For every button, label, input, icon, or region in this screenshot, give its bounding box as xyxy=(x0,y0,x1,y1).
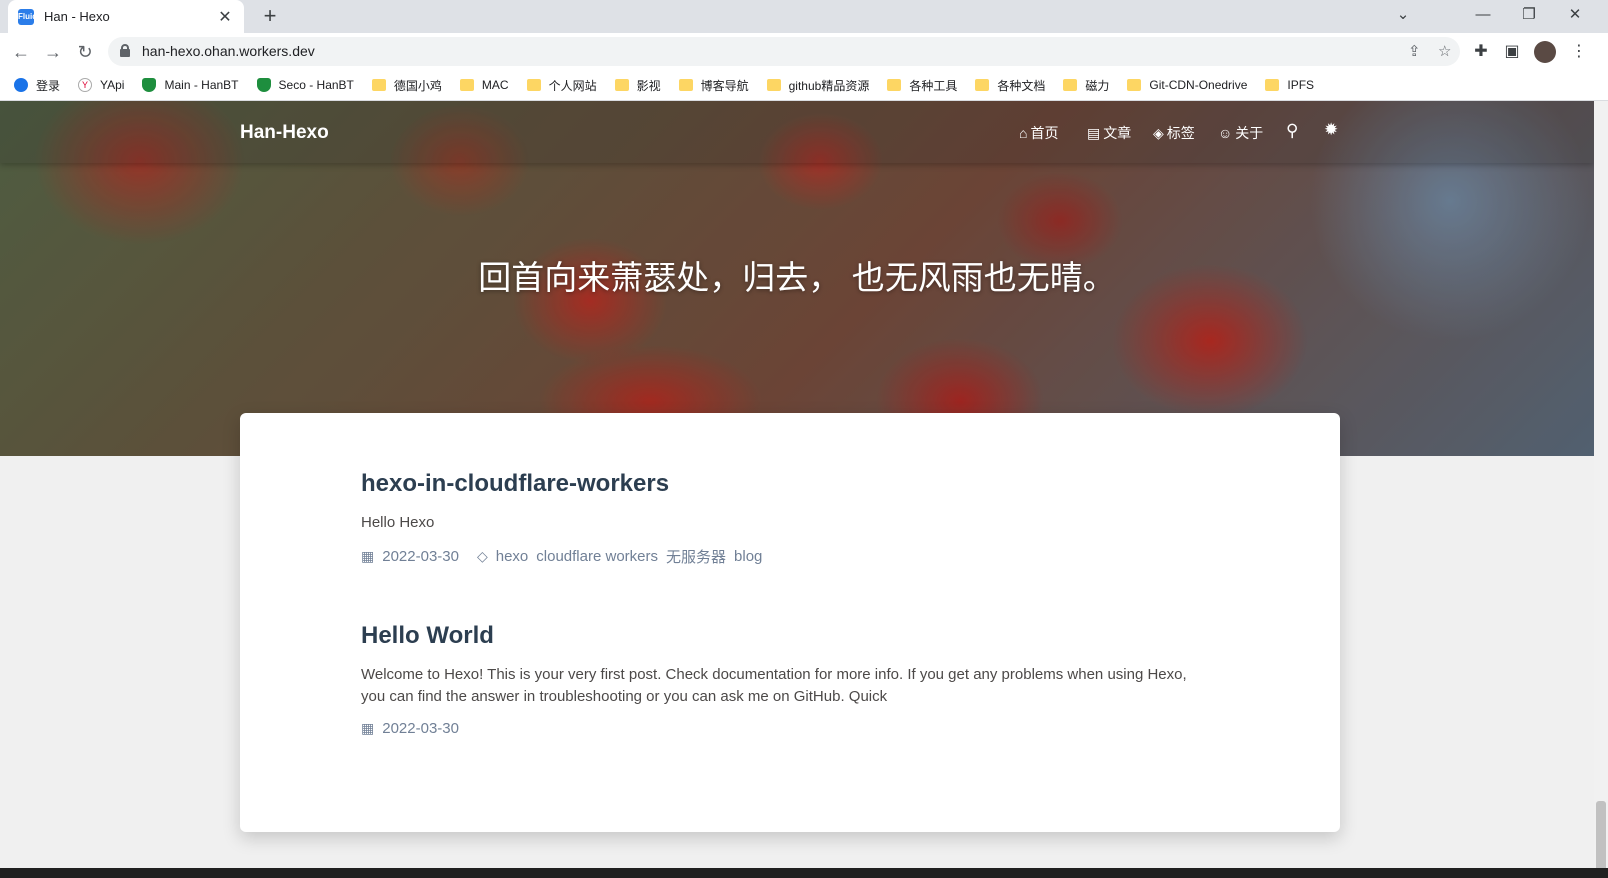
nav-about[interactable]: ☺ 关于 xyxy=(1218,123,1263,143)
nav-tags[interactable]: ◈ 标签 xyxy=(1153,123,1195,143)
bookmark-folder[interactable]: 各种工具 xyxy=(887,77,957,94)
site-navbar: Han-Hexo ⌂ 首页 ▤ 文章 ◈ 标签 ☺ 关于 ⚲ ✹ xyxy=(0,101,1594,163)
bookmark-item[interactable]: Seco - HanBT xyxy=(256,78,354,92)
folder-icon xyxy=(1063,79,1078,91)
new-tab-button[interactable]: + xyxy=(256,4,284,30)
folder-icon xyxy=(766,79,781,91)
scrollbar-thumb[interactable] xyxy=(1596,801,1606,871)
url-text[interactable]: han-hexo.ohan.workers.dev xyxy=(142,43,315,59)
tab-title: Han - Hexo xyxy=(44,9,110,24)
folder-icon xyxy=(975,79,990,91)
post-tag[interactable]: blog xyxy=(734,548,762,565)
bookmark-item[interactable]: 登录 xyxy=(14,77,60,94)
shield-icon xyxy=(142,78,157,92)
bookmark-item[interactable]: Main - HanBT xyxy=(142,78,239,92)
post-list-card: hexo-in-cloudflare-workers Hello Hexo ▦ … xyxy=(240,413,1340,832)
bookmark-folder[interactable]: 博客导航 xyxy=(678,77,749,94)
post-item: Hello World Welcome to Hexo! This is you… xyxy=(361,622,1191,737)
browser-tab[interactable]: Fluid Han - Hexo ✕ xyxy=(8,0,244,33)
post-tag[interactable]: 无服务器 xyxy=(666,546,726,567)
shield-icon xyxy=(256,78,271,92)
yapi-icon: Y xyxy=(78,78,93,92)
lock-icon[interactable] xyxy=(120,44,130,57)
post-date: 2022-03-30 xyxy=(382,548,459,565)
theme-toggle-icon[interactable]: ✹ xyxy=(1324,120,1338,140)
user-icon: ☺ xyxy=(1218,125,1233,141)
post-tag[interactable]: cloudflare workers xyxy=(536,548,658,565)
back-button[interactable]: ← xyxy=(8,39,34,65)
folder-icon xyxy=(614,79,629,91)
extensions-icon[interactable]: ✚ xyxy=(1470,41,1492,63)
archive-icon: ▤ xyxy=(1087,124,1101,141)
post-tag[interactable]: hexo xyxy=(496,548,529,565)
menu-icon[interactable]: ⋮ xyxy=(1568,41,1590,63)
reload-button[interactable]: ↻ xyxy=(72,39,98,65)
calendar-icon: ▦ xyxy=(361,548,375,564)
side-panel-icon[interactable]: ▣ xyxy=(1501,41,1523,63)
bookmark-folder[interactable]: 影视 xyxy=(614,77,661,94)
bookmark-folder[interactable]: 德国小鸡 xyxy=(371,77,442,94)
tab-strip: Fluid Han - Hexo ✕ + ⌄ — ❐ ✕ xyxy=(0,0,1608,33)
person-icon xyxy=(14,78,28,92)
folder-icon xyxy=(1127,79,1142,91)
hero-slogan: 回首向来萧瑟处，归去， 也无风雨也无晴。 xyxy=(478,258,1116,297)
nav-archives[interactable]: ▤ 文章 xyxy=(1087,123,1131,143)
bookmark-folder[interactable]: github精品资源 xyxy=(766,77,869,94)
os-taskbar xyxy=(0,868,1608,878)
tags-icon: ◈ xyxy=(1153,124,1164,141)
folder-icon xyxy=(371,79,386,91)
site-brand[interactable]: Han-Hexo xyxy=(240,122,329,144)
bookmark-folder[interactable]: 各种文档 xyxy=(975,77,1045,94)
close-window-button[interactable]: ✕ xyxy=(1552,0,1598,33)
folder-icon xyxy=(887,79,902,91)
favicon-icon: Fluid xyxy=(18,8,37,25)
post-excerpt[interactable]: Welcome to Hexo! This is your very first… xyxy=(361,664,1191,708)
bookmarks-bar: 登录 Y YApi Main - HanBT Seco - HanBT 德国小鸡 … xyxy=(0,70,1608,101)
folder-icon xyxy=(1265,79,1280,91)
bookmark-item[interactable]: Y YApi xyxy=(78,78,124,92)
profile-avatar[interactable] xyxy=(1534,41,1556,63)
folder-icon xyxy=(678,79,693,91)
post-title[interactable]: hexo-in-cloudflare-workers xyxy=(361,470,1191,498)
bookmark-star-icon[interactable]: ☆ xyxy=(1438,42,1451,60)
tag-icon: ◇ xyxy=(476,548,488,564)
calendar-icon: ▦ xyxy=(361,720,375,736)
post-meta: ▦ 2022-03-30 xyxy=(361,720,1191,737)
page-scrollbar[interactable] xyxy=(1594,101,1608,878)
close-tab-icon[interactable]: ✕ xyxy=(216,7,234,27)
bookmark-folder[interactable]: IPFS xyxy=(1265,78,1314,92)
bookmark-folder[interactable]: 个人网站 xyxy=(526,77,597,94)
search-icon[interactable]: ⚲ xyxy=(1286,121,1298,141)
forward-button[interactable]: → xyxy=(40,39,66,65)
post-excerpt[interactable]: Hello Hexo xyxy=(361,512,1191,534)
tab-search-icon[interactable]: ⌄ xyxy=(1380,0,1426,33)
home-icon: ⌂ xyxy=(1019,125,1028,141)
page-viewport: Han-Hexo ⌂ 首页 ▤ 文章 ◈ 标签 ☺ 关于 ⚲ ✹ 回首向来萧瑟处… xyxy=(0,101,1594,878)
folder-icon xyxy=(459,79,474,91)
bookmark-folder[interactable]: MAC xyxy=(459,78,509,92)
folder-icon xyxy=(526,79,541,91)
post-item: hexo-in-cloudflare-workers Hello Hexo ▦ … xyxy=(361,470,1191,567)
bookmark-folder[interactable]: 磁力 xyxy=(1063,77,1109,94)
browser-toolbar: ← → ↻ han-hexo.ohan.workers.dev ⇪ ☆ ✚ ▣ … xyxy=(0,33,1608,70)
share-icon[interactable]: ⇪ xyxy=(1408,42,1421,60)
address-bar[interactable]: han-hexo.ohan.workers.dev ⇪ ☆ xyxy=(108,37,1460,66)
post-meta: ▦ 2022-03-30 ◇ hexo cloudflare workers 无… xyxy=(361,546,1191,567)
nav-home[interactable]: ⌂ 首页 xyxy=(1019,123,1058,143)
hero-banner: Han-Hexo ⌂ 首页 ▤ 文章 ◈ 标签 ☺ 关于 ⚲ ✹ 回首向来萧瑟处… xyxy=(0,101,1594,456)
post-date: 2022-03-30 xyxy=(382,720,459,737)
minimize-button[interactable]: — xyxy=(1460,0,1506,33)
bookmark-folder[interactable]: Git-CDN-Onedrive xyxy=(1127,78,1247,92)
post-title[interactable]: Hello World xyxy=(361,622,1191,650)
restore-button[interactable]: ❐ xyxy=(1506,0,1552,33)
